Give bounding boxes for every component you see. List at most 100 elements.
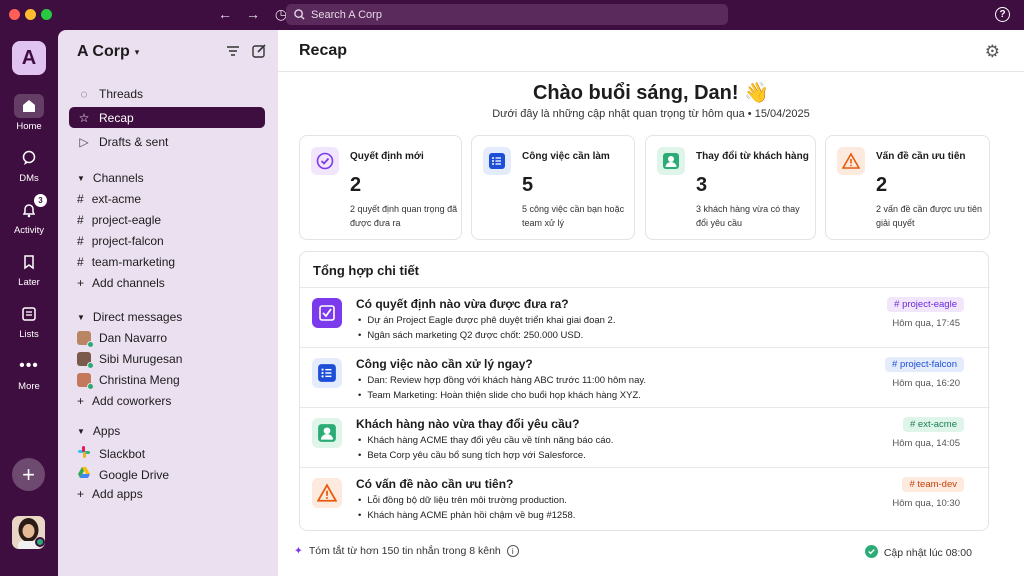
timestamp: Hôm qua, 10:30 <box>892 498 960 509</box>
row-bullet: • Dan: Review hợp đồng với khách hàng ABC… <box>358 375 647 386</box>
create-new-button[interactable]: + <box>12 458 45 491</box>
online-status-icon <box>35 537 45 547</box>
channel-tag[interactable]: # team-dev <box>902 477 964 492</box>
hash-icon: # <box>77 213 84 227</box>
dm-item[interactable]: Sibi Murugesan <box>77 352 182 369</box>
card-description: 3 khách hàng vừa có thay đổi yêu cầu <box>696 204 800 228</box>
timestamp: Hôm qua, 16:20 <box>892 378 960 389</box>
rail-later[interactable]: Later <box>0 250 58 288</box>
summary-footer: ✦ Tóm tắt từ hơn 150 tin nhắn trong 8 kê… <box>294 545 519 557</box>
workspace-name[interactable]: A Corp ▾ <box>77 43 139 61</box>
slackbot-icon <box>77 445 91 462</box>
row-bullet: • Lỗi đồng bộ dữ liệu trên môi trường pro… <box>358 495 567 506</box>
dm-item[interactable]: Dan Navarro <box>77 331 167 348</box>
add-coworkers-button[interactable]: + Add coworkers <box>77 394 171 408</box>
forward-arrow-icon[interactable]: → <box>244 6 262 23</box>
channel-label: ext-acme <box>91 192 142 206</box>
filter-icon[interactable] <box>226 44 240 63</box>
card-number: 3 <box>696 174 708 196</box>
summary-card-customers[interactable]: Thay đổi từ khách hàng 3 3 khách hàng vừ… <box>645 135 816 240</box>
presence-icon <box>87 341 94 348</box>
channel-item[interactable]: # ext-acme <box>77 192 141 206</box>
plus-icon: + <box>77 276 85 290</box>
summary-card-issues[interactable]: Vấn đề cần ưu tiên 2 2 vấn đề cần được ư… <box>825 135 990 240</box>
card-number: 2 <box>876 174 888 196</box>
user-icon <box>657 147 685 175</box>
sidebar-item-label: Drafts & sent <box>99 134 169 149</box>
row-bullet: • Khách hàng ACME thay đổi yêu cầu về tín… <box>358 435 614 446</box>
sidebar-item-drafts[interactable]: ▷ Drafts & sent <box>69 131 265 152</box>
zoom-window-button[interactable] <box>41 9 52 20</box>
close-window-button[interactable] <box>9 9 20 20</box>
presence-icon <box>87 362 94 369</box>
channel-tag[interactable]: # ext-acme <box>903 417 964 432</box>
channel-item[interactable]: # project-falcon <box>77 234 164 248</box>
channel-item[interactable]: # project-eagle <box>77 213 161 227</box>
dms-icon <box>22 150 36 165</box>
avatar <box>77 373 94 390</box>
search-bar[interactable]: Search A Corp <box>286 4 728 25</box>
channels-section-header[interactable]: ▼ Channels <box>77 171 144 185</box>
section-label: Channels <box>92 171 144 185</box>
channel-label: team-marketing <box>91 255 176 269</box>
add-apps-button[interactable]: + Add apps <box>77 487 143 501</box>
update-time-text: Cập nhật lúc 08:00 <box>883 547 972 559</box>
channel-label: project-eagle <box>91 213 162 227</box>
channel-item[interactable]: # team-marketing <box>77 255 175 269</box>
apps-section-header[interactable]: ▼ Apps <box>77 424 120 438</box>
row-bullet: • Team Marketing: Hoàn thiện slide cho bu… <box>358 390 641 401</box>
update-status: Cập nhật lúc 08:00 <box>864 545 972 561</box>
channel-tag[interactable]: # project-falcon <box>885 357 964 372</box>
gear-icon[interactable]: ⚙ <box>985 42 1000 62</box>
check-circle-icon <box>864 545 878 561</box>
add-channels-button[interactable]: + Add channels <box>77 276 165 290</box>
rail-lists[interactable]: Lists <box>0 302 58 340</box>
minimize-window-button[interactable] <box>25 9 36 20</box>
app-item[interactable]: Slackbot <box>77 445 145 462</box>
more-icon: ••• <box>19 357 39 374</box>
row-question: Có quyết định nào vừa được đưa ra? <box>356 297 569 311</box>
footer-summary-text: Tóm tắt từ hơn 150 tin nhắn trong 8 kênh <box>308 545 501 557</box>
channel-tag[interactable]: # project-eagle <box>887 297 964 312</box>
workspace-rail: A Home DMs 3 Activity Later Lists ••• Mo… <box>0 30 58 576</box>
page-title: Recap <box>278 30 1024 72</box>
user-icon <box>312 418 342 448</box>
list-icon <box>22 307 36 321</box>
avatar <box>77 331 94 348</box>
dm-item[interactable]: Christina Meng <box>77 373 180 390</box>
hash-icon: # <box>77 255 84 269</box>
summary-card-tasks[interactable]: Công việc cần làm 5 5 công việc cần bạn … <box>471 135 635 240</box>
rail-later-label: Later <box>18 277 40 288</box>
help-icon[interactable]: ? <box>995 7 1010 22</box>
summary-card-decisions[interactable]: Quyết định mới 2 2 quyết định quan trọng… <box>299 135 462 240</box>
caret-down-icon: ▼ <box>77 173 85 183</box>
main-pane: Recap ⚙ Chào buổi sáng, Dan! 👋 Dưới đây … <box>278 30 1024 576</box>
app-item[interactable]: Google Drive <box>77 466 169 483</box>
sidebar-item-threads[interactable]: ◌ Threads <box>69 83 265 104</box>
timestamp: Hôm qua, 14:05 <box>892 438 960 449</box>
threads-icon: ◌ <box>80 86 88 101</box>
info-icon[interactable]: i <box>506 545 519 557</box>
add-channels-label: Add channels <box>92 276 165 290</box>
rail-activity[interactable]: 3 Activity <box>0 194 58 236</box>
workspace-name-label: A Corp <box>77 43 130 60</box>
list-item[interactable]: Có quyết định nào vừa được đưa ra? • Dự á… <box>300 287 990 347</box>
list-item[interactable]: Khách hàng nào vừa thay đổi yêu cầu? • Kh… <box>300 407 990 467</box>
back-arrow-icon[interactable]: ← <box>216 6 234 23</box>
rail-more[interactable]: ••• More <box>0 354 58 392</box>
workspace-switcher[interactable]: A <box>12 41 46 75</box>
list-item[interactable]: Công việc nào cần xử lý ngay? • Dan: Revi… <box>300 347 990 407</box>
search-icon <box>294 9 305 20</box>
compose-icon[interactable] <box>252 44 266 63</box>
list-item[interactable]: Có vấn đề nào cần ưu tiên? • Lỗi đồng bộ … <box>300 467 990 531</box>
rail-dms[interactable]: DMs <box>0 146 58 184</box>
detail-title: Tổng hợp chi tiết <box>313 263 420 278</box>
sidebar-item-recap[interactable]: ☆ Recap <box>69 107 265 128</box>
dm-section-header[interactable]: ▼ Direct messages <box>77 310 182 324</box>
app-label: Google Drive <box>99 467 170 482</box>
chevron-down-icon: ▾ <box>134 46 140 57</box>
rail-dms-label: DMs <box>19 173 39 184</box>
sidebar-item-label: Recap <box>99 110 134 125</box>
rail-home[interactable]: Home <box>0 94 58 132</box>
rail-more-label: More <box>18 381 40 392</box>
